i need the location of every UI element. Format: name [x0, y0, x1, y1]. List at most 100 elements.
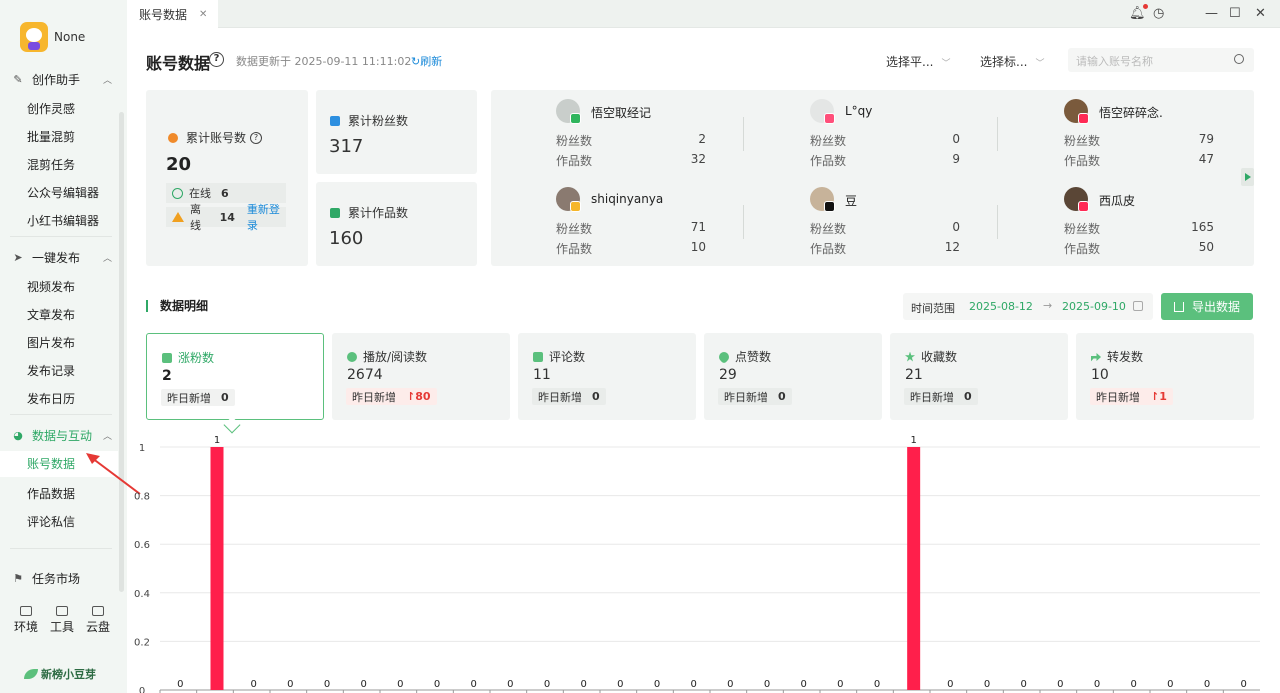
account-name: L°qy	[845, 104, 873, 118]
total-fans-card: 累计粉丝数 317	[316, 90, 477, 174]
search-input[interactable]: 请输入账号名称	[1068, 48, 1254, 72]
sidebar-group-task-market[interactable]: ⚑ 任务市场	[12, 570, 112, 587]
platform-select[interactable]: 选择平... ﹀	[886, 53, 950, 70]
y-tick-label: 0.6	[134, 540, 150, 551]
account-card[interactable]: 西瓜皮 粉丝数 165 作品数 50	[1064, 187, 1214, 269]
warning-icon	[172, 212, 184, 222]
data-label: 0	[1130, 679, 1136, 690]
data-label: 0	[397, 679, 403, 690]
sidebar-item-works-data[interactable]: 作品数据	[27, 485, 75, 502]
platform-badge-icon	[570, 113, 581, 124]
data-label: 0	[1167, 679, 1173, 690]
account-card[interactable]: 悟空碎碎念. 粉丝数 79 作品数 47	[1064, 99, 1214, 181]
minimize-icon[interactable]: —	[1205, 6, 1218, 21]
sidebar-item-wechat-editor[interactable]: 公众号编辑器	[27, 184, 99, 201]
next-page-button[interactable]	[1241, 168, 1254, 186]
tab-account-data[interactable]: 账号数据 ✕	[127, 0, 218, 28]
divider	[10, 414, 112, 415]
account-card[interactable]: L°qy 粉丝数 0 作品数 9	[810, 99, 960, 181]
sidebar-item-edit-tasks[interactable]: 混剪任务	[27, 156, 75, 173]
data-label: 0	[1204, 679, 1210, 690]
sidebar-item-comments[interactable]: 评论私信	[27, 513, 75, 530]
data-label: 0	[1057, 679, 1063, 690]
account-name: 豆	[845, 194, 858, 208]
toolbox-icon	[56, 606, 68, 616]
data-label: 0	[654, 679, 660, 690]
account-name: shiqinyanya	[591, 192, 664, 206]
tag-select-value: 选择标...	[980, 55, 1028, 69]
data-label: 0	[434, 679, 440, 690]
clock-icon[interactable]: ◷	[1153, 6, 1164, 21]
sidebar-group-data[interactable]: ◕ 数据与互动 ︿	[12, 427, 112, 444]
section-title: 数据明细	[146, 300, 208, 312]
metric-card-fans[interactable]: 涨粉数 2 昨日新增 0	[146, 333, 324, 420]
start-date[interactable]: 2025-08-12	[969, 300, 1033, 313]
help-icon[interactable]: ?	[209, 52, 224, 67]
platform-badge-icon	[824, 201, 835, 212]
divider	[743, 205, 744, 239]
brand-logo: 新榜小豆芽	[24, 666, 96, 682]
environment-button[interactable]: 环境	[8, 606, 44, 635]
sidebar-item-publish-calendar[interactable]: 发布日历	[27, 390, 75, 407]
sidebar-item-image-publish[interactable]: 图片发布	[27, 334, 75, 351]
refresh-button[interactable]: ↻刷新	[411, 53, 442, 69]
pie-chart-icon: ◕	[13, 429, 23, 442]
metric-card-comments[interactable]: 评论数 11 昨日新增 0	[518, 333, 696, 420]
sidebar-scrollbar[interactable]	[119, 112, 124, 592]
offline-count: 14	[219, 210, 235, 224]
data-label: 0	[250, 679, 256, 690]
accounts-panel: 悟空取经记 粉丝数 2 作品数 32 L°qy 粉丝数 0 作品数 9 悟空碎碎…	[491, 90, 1254, 266]
sidebar-group-creation[interactable]: ✎ 创作助手 ︿	[12, 71, 112, 88]
sidebar-item-publish-records[interactable]: 发布记录	[27, 362, 75, 379]
close-icon[interactable]: ✕	[199, 9, 207, 20]
account-card[interactable]: shiqinyanya 粉丝数 71 作品数 10	[556, 187, 706, 269]
export-button[interactable]: 导出数据	[1161, 293, 1253, 320]
send-icon: ➤	[13, 251, 23, 264]
sidebar-item-article-publish[interactable]: 文章发布	[27, 306, 75, 323]
metric-card-shares[interactable]: 转发数 10 昨日新增 ↾1	[1076, 333, 1254, 420]
yesterday-delta: 昨日新增 0	[904, 388, 978, 405]
user-profile[interactable]: None	[20, 22, 85, 52]
end-date[interactable]: 2025-09-10	[1062, 300, 1126, 313]
maximize-icon[interactable]: ☐	[1229, 6, 1241, 21]
tools-button[interactable]: 工具	[44, 606, 80, 635]
metric-value: 2674	[347, 367, 383, 383]
date-range-picker[interactable]: 时间范围 2025-08-12 → 2025-09-10	[903, 293, 1153, 320]
data-label: 0	[874, 679, 880, 690]
divider	[997, 205, 998, 239]
metric-card-favorites[interactable]: 收藏数 21 昨日新增 0	[890, 333, 1068, 420]
cloud-disk-button[interactable]: 云盘	[80, 606, 116, 635]
platform-select-value: 选择平...	[886, 55, 934, 69]
sidebar-item-batch-edit[interactable]: 批量混剪	[27, 128, 75, 145]
sidebar-item-xhs-editor[interactable]: 小红书编辑器	[27, 212, 99, 229]
sidebar-tools: 环境 工具 云盘	[8, 606, 116, 635]
play-icon	[347, 351, 357, 362]
account-card[interactable]: 悟空取经记 粉丝数 2 作品数 32	[556, 99, 706, 181]
sidebar-item-inspiration[interactable]: 创作灵感	[27, 100, 75, 117]
sidebar-group-label: 数据与互动	[32, 429, 93, 443]
account-card[interactable]: 豆 粉丝数 0 作品数 12	[810, 187, 960, 269]
platform-badge-icon	[1078, 113, 1089, 124]
tool-label: 环境	[13, 620, 38, 634]
search-placeholder: 请输入账号名称	[1076, 55, 1153, 68]
help-icon[interactable]: ?	[250, 131, 263, 144]
y-tick-label: 0.4	[134, 589, 150, 600]
data-label: 0	[580, 679, 586, 690]
account-name: 悟空碎碎念.	[1099, 106, 1163, 120]
data-label: 0	[617, 679, 623, 690]
sidebar-item-video-publish[interactable]: 视频发布	[27, 278, 75, 295]
sidebar-group-publish[interactable]: ➤ 一键发布 ︿	[12, 249, 112, 266]
metric-value: 10	[1091, 367, 1109, 383]
close-window-icon[interactable]: ✕	[1255, 6, 1266, 21]
label-text: 累计账号数	[186, 131, 247, 145]
bar	[210, 447, 224, 690]
tag-select[interactable]: 选择标... ﹀	[980, 53, 1044, 70]
fans-value: 71	[690, 220, 706, 234]
metric-card-likes[interactable]: 点赞数 29 昨日新增 0	[704, 333, 882, 420]
relogin-link[interactable]: 重新登录	[247, 201, 286, 233]
search-icon[interactable]	[1234, 54, 1244, 64]
check-circle-icon	[172, 187, 183, 199]
leaf-icon	[24, 669, 38, 679]
delta-value: 0	[221, 391, 229, 404]
metric-card-plays[interactable]: 播放/阅读数 2674 昨日新增 ↾80	[332, 333, 510, 420]
